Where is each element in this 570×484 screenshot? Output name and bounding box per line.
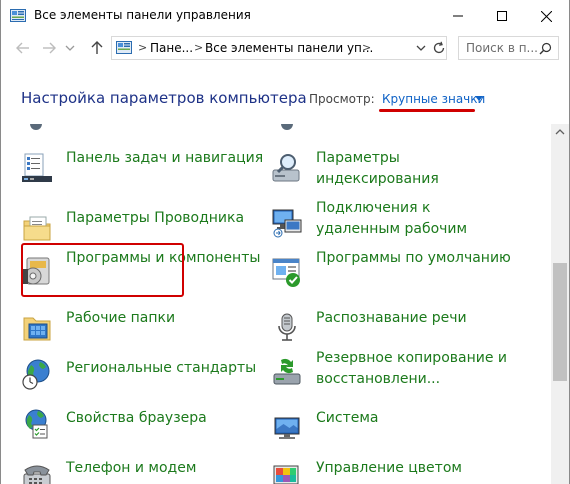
item-label[interactable]: Параметры Проводника: [66, 208, 266, 229]
item-label[interactable]: Резервное копирование и восстановлени...: [316, 348, 516, 390]
address-bar[interactable]: > Пане... > Все элементы панели уп... >: [111, 36, 447, 60]
taskbar-icon: [22, 153, 52, 182]
item-color-management[interactable]: Управление цветом: [271, 458, 531, 484]
maximize-icon: [496, 11, 507, 21]
item-label[interactable]: Региональные стандарты: [66, 358, 266, 379]
title-bar: Все элементы панели управления: [1, 0, 569, 32]
breadcrumb-separator: >: [194, 41, 204, 54]
vertical-scrollbar[interactable]: [551, 124, 569, 484]
page-header: Настройка параметров компьютера Просмотр…: [1, 64, 569, 124]
work-folders-icon: [23, 317, 51, 341]
backup-icon: [273, 358, 301, 385]
breadcrumb-all-items[interactable]: Все элементы панели уп...: [205, 41, 373, 55]
breadcrumb-control-panel[interactable]: Пане...: [150, 41, 193, 55]
item-backup-restore[interactable]: Резервное копирование и восстановлени...: [271, 348, 531, 388]
minimize-button[interactable]: [435, 0, 480, 32]
item-label[interactable]: Управление цветом: [316, 458, 516, 479]
search-placeholder: Поиск в п...: [466, 41, 538, 55]
close-button[interactable]: [524, 0, 569, 32]
scroll-up-icon[interactable]: [551, 124, 569, 141]
item-label[interactable]: Система: [316, 408, 516, 429]
cropped-item-icon: [30, 124, 42, 130]
search-box[interactable]: Поиск в п...: [458, 36, 559, 60]
minimize-icon: [452, 15, 463, 17]
indexing-icon: [272, 154, 300, 182]
address-dropdown-icon[interactable]: [414, 41, 428, 55]
scrollbar-thumb[interactable]: [553, 263, 567, 381]
search-icon[interactable]: [539, 42, 552, 55]
item-default-programs[interactable]: Программы по умолчанию: [271, 248, 531, 288]
window-title: Все элементы панели управления: [34, 8, 251, 22]
item-internet-options[interactable]: Свойства браузера: [21, 408, 261, 448]
red-highlight-annotation: [21, 243, 184, 297]
remote-desktop-icon: [272, 209, 302, 238]
control-panel-window: Все элементы панели управления > Пане...…: [0, 0, 570, 484]
refresh-icon[interactable]: [432, 41, 446, 55]
item-work-folders[interactable]: Рабочие папки: [21, 308, 261, 348]
breadcrumb-separator: >: [362, 41, 372, 54]
item-system[interactable]: Система: [271, 408, 531, 448]
up-arrow-icon[interactable]: [89, 40, 105, 56]
recent-chevron-icon[interactable]: [65, 40, 75, 56]
back-arrow-icon[interactable]: [15, 40, 31, 56]
phone-modem-icon: [23, 465, 51, 484]
item-label[interactable]: Телефон и модем: [66, 458, 266, 479]
item-label[interactable]: Рабочие папки: [66, 308, 266, 329]
cropped-item-icon: [281, 124, 293, 130]
microphone-icon: [278, 313, 296, 341]
item-region[interactable]: Региональные стандарты: [21, 358, 261, 398]
internet-options-icon: [25, 409, 48, 439]
page-title: Настройка параметров компьютера: [21, 89, 307, 107]
item-speech-recognition[interactable]: Распознавание речи: [271, 308, 531, 348]
globe-clock-icon: [22, 359, 50, 390]
item-explorer-options[interactable]: Параметры Проводника: [21, 208, 261, 248]
item-remote-desktop[interactable]: Подключения к удаленным рабочим: [271, 198, 531, 238]
view-mode-dropdown[interactable]: Крупные значки: [382, 92, 485, 106]
item-label[interactable]: Программы по умолчанию: [316, 248, 516, 269]
item-label[interactable]: Свойства браузера: [66, 408, 266, 429]
breadcrumb-separator: >: [138, 41, 148, 54]
item-label[interactable]: Подключения к удаленным рабочим: [316, 198, 516, 240]
default-programs-icon: [272, 258, 300, 287]
item-label[interactable]: Параметры индексирования: [316, 148, 516, 190]
control-panel-icon: [10, 9, 26, 22]
dropdown-caret-icon[interactable]: [475, 96, 483, 101]
view-label: Просмотр:: [309, 92, 375, 106]
explorer-options-icon: [23, 216, 51, 241]
close-icon: [541, 10, 552, 22]
color-management-icon: [273, 465, 299, 484]
item-taskbar-navigation[interactable]: Панель задач и навигация: [21, 148, 263, 188]
control-panel-icon: [116, 41, 132, 54]
forward-arrow-icon[interactable]: [41, 40, 57, 56]
item-label[interactable]: Распознавание речи: [316, 308, 516, 329]
navigation-bar: > Пане... > Все элементы панели уп... > …: [1, 32, 569, 64]
items-grid: Панель задач и навигация Параметры индек…: [1, 124, 551, 484]
maximize-button[interactable]: [479, 0, 524, 32]
red-underline-annotation: [379, 109, 475, 112]
item-indexing-options[interactable]: Параметры индексирования: [271, 148, 531, 188]
system-icon: [274, 417, 300, 439]
item-label[interactable]: Панель задач и навигация: [66, 148, 266, 169]
item-phone-modem[interactable]: Телефон и модем: [21, 458, 261, 484]
